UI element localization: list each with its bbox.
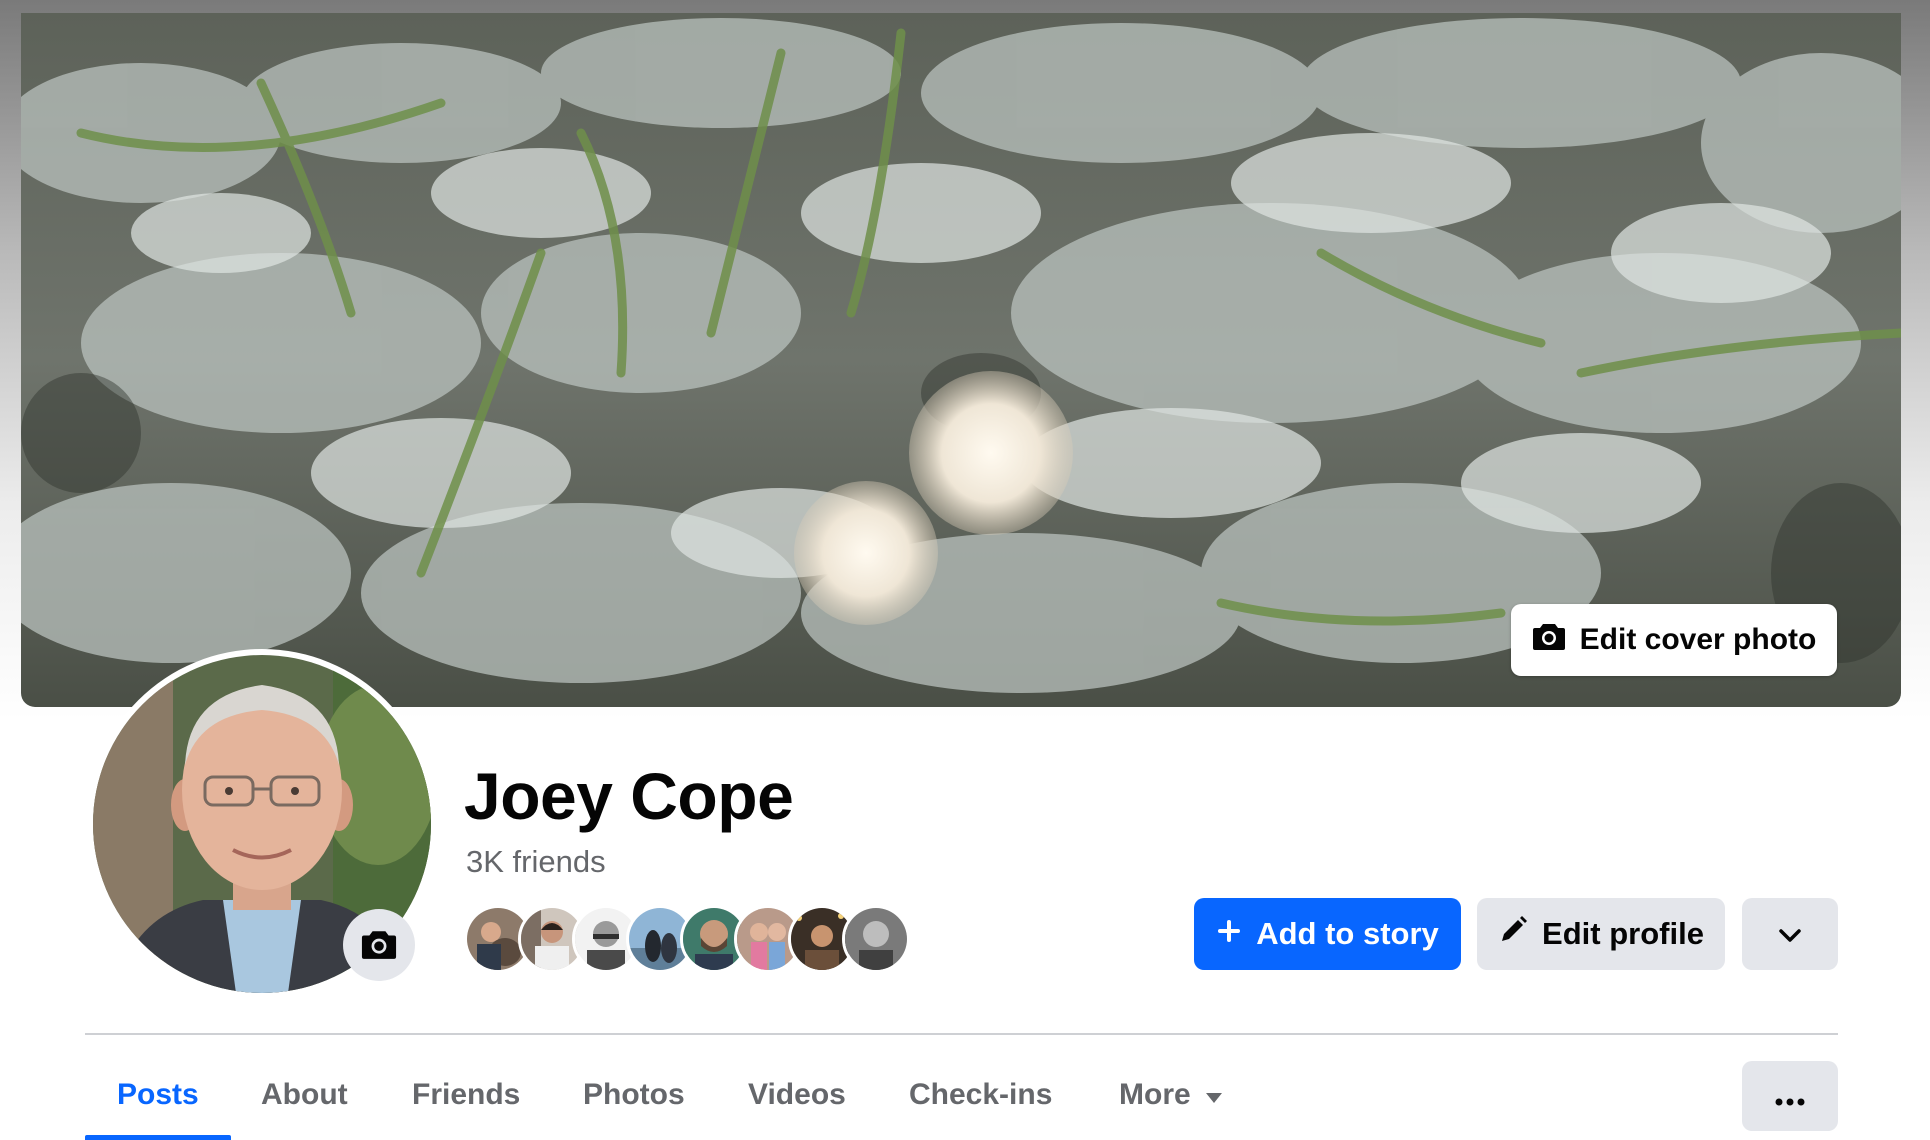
edit-profile-button[interactable]: Edit profile [1477,898,1725,970]
tab-about[interactable]: About [261,1050,348,1140]
edit-cover-photo-button[interactable]: Edit cover photo [1511,604,1837,676]
tab-label: Photos [583,1078,685,1111]
add-to-story-button[interactable]: Add to story [1194,898,1461,970]
caret-down-icon [1205,1078,1223,1112]
edit-profile-label: Edit profile [1542,916,1704,951]
tab-label: Friends [412,1078,521,1111]
friends-count[interactable]: 3K friends [466,844,606,880]
tab-posts[interactable]: Posts [85,1050,231,1140]
tab-check-ins[interactable]: Check-ins [909,1050,1052,1140]
update-profile-picture-button[interactable] [343,909,415,981]
tab-more[interactable]: More [1119,1050,1223,1140]
add-to-story-label: Add to story [1256,916,1439,951]
profile-more-options-button[interactable] [1742,898,1838,970]
tabs-more-options-button[interactable] [1742,1061,1838,1131]
tab-label: Posts [117,1078,199,1111]
camera-icon [1532,621,1566,659]
tab-videos[interactable]: Videos [748,1050,846,1140]
friend-avatar[interactable] [842,905,910,973]
tab-photos[interactable]: Photos [583,1050,685,1140]
tab-friends[interactable]: Friends [412,1050,520,1140]
ellipsis-icon [1775,1078,1805,1114]
pencil-icon [1498,915,1528,953]
active-tab-indicator [85,1135,231,1140]
tab-label: Check-ins [909,1078,1053,1111]
edit-cover-photo-label: Edit cover photo [1579,623,1817,656]
tab-label: More [1119,1078,1191,1111]
tabs-divider [85,1033,1838,1035]
camera-icon [360,928,398,963]
tab-label: About [261,1078,348,1111]
tab-label: Videos [748,1078,846,1111]
cover-photo[interactable] [21,13,1901,707]
plus-icon [1216,916,1242,952]
chevron-down-icon [1778,916,1802,952]
friend-avatar-stack [464,905,924,973]
profile-name: Joey Cope [464,759,794,833]
